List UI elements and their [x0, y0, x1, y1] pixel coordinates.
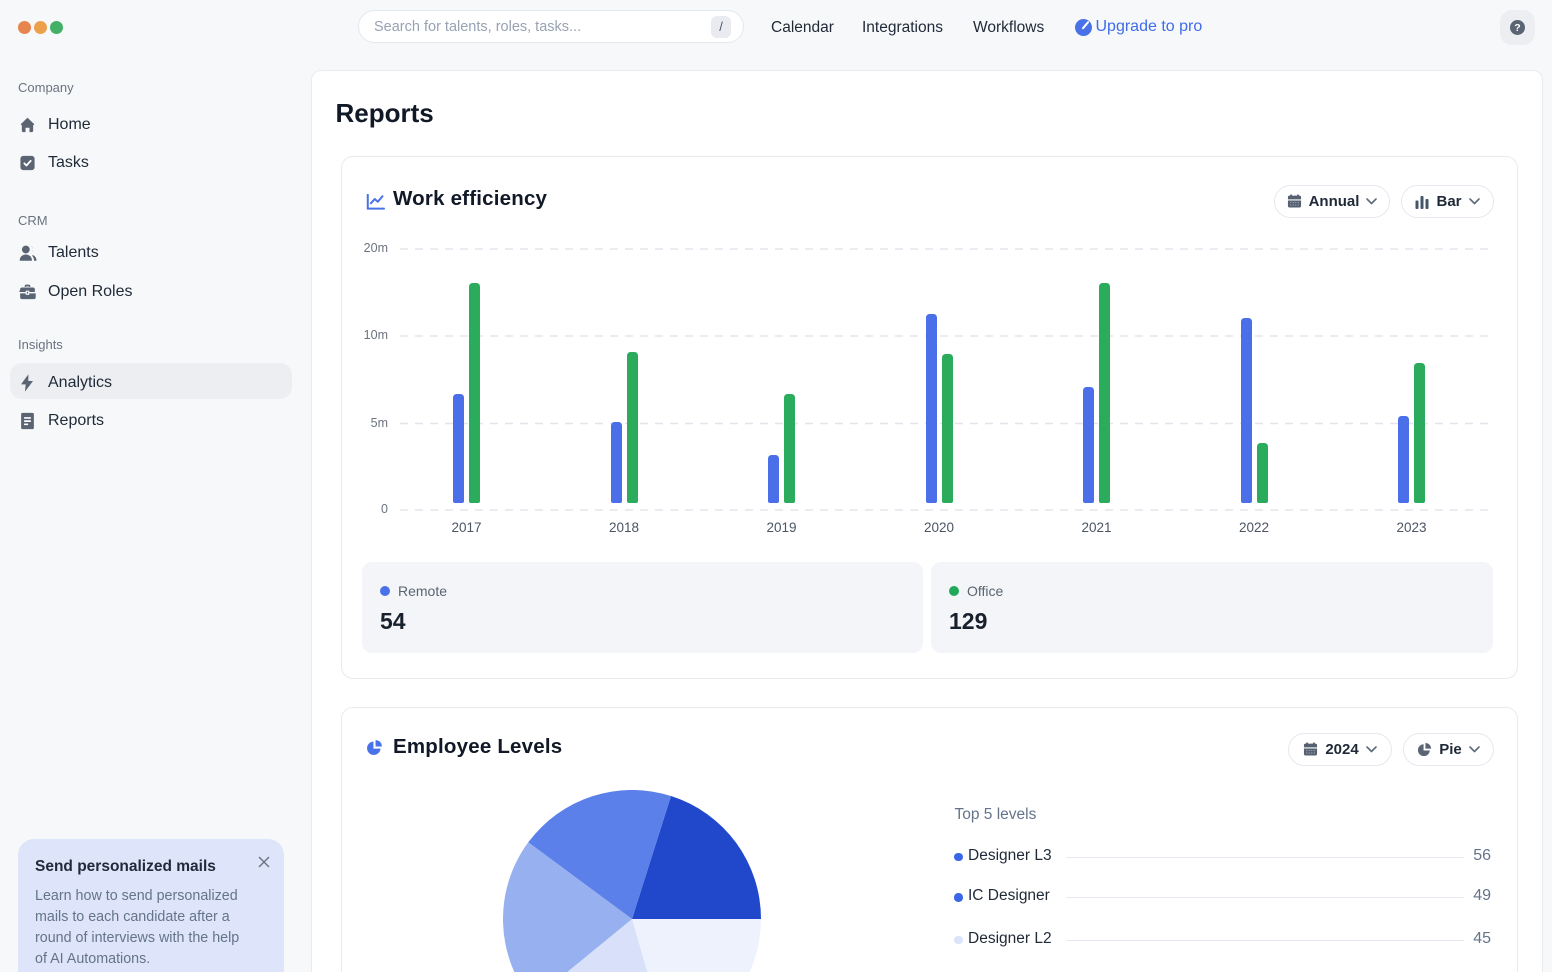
svg-text:?: ? [1514, 22, 1520, 34]
